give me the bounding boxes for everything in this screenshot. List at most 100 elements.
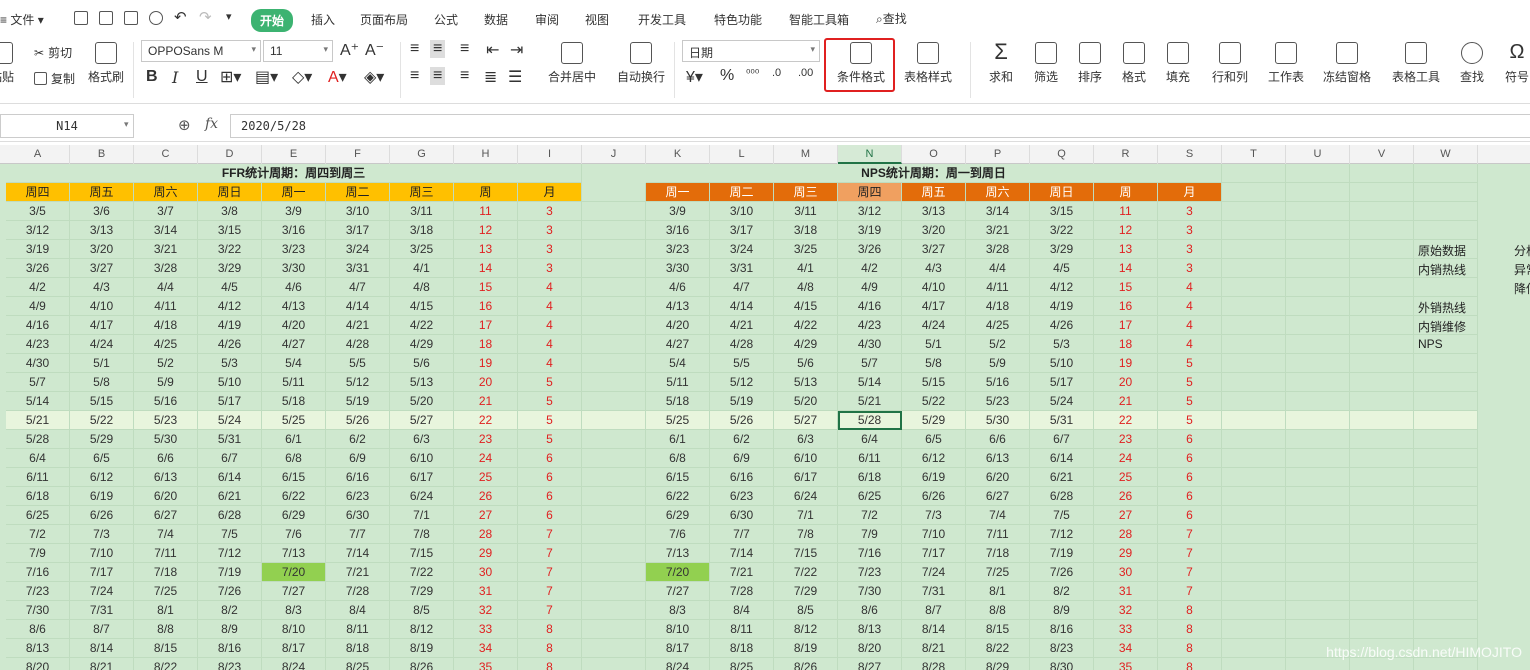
ffr-cell[interactable]: 6/21: [198, 487, 262, 506]
blank-cell[interactable]: [1414, 563, 1478, 582]
ffr-cell[interactable]: 7/24: [70, 582, 134, 601]
nps-cell[interactable]: 8/2: [1030, 582, 1094, 601]
ffr-header-cell[interactable]: 周四: [6, 183, 70, 202]
nps-cell[interactable]: 8/20: [838, 639, 902, 658]
nps-cell[interactable]: 3/31: [710, 259, 774, 278]
ffr-cell[interactable]: 4: [518, 278, 582, 297]
ffr-cell[interactable]: 7/12: [198, 544, 262, 563]
ffr-cell[interactable]: 7: [518, 525, 582, 544]
blank-cell[interactable]: [582, 430, 646, 449]
nps-cell[interactable]: 6/29: [646, 506, 710, 525]
nps-cell[interactable]: 5/30: [966, 411, 1030, 430]
nps-cell[interactable]: 4/26: [1030, 316, 1094, 335]
column-header-m[interactable]: M: [774, 145, 838, 164]
nps-cell[interactable]: 7/5: [1030, 506, 1094, 525]
ffr-cell[interactable]: 8/25: [326, 658, 390, 670]
blank-cell[interactable]: [1222, 316, 1286, 335]
blank-cell[interactable]: [1350, 278, 1414, 297]
nps-cell[interactable]: 8/6: [838, 601, 902, 620]
ffr-cell[interactable]: 3/12: [6, 221, 70, 240]
ffr-cell[interactable]: 5/9: [134, 373, 198, 392]
nps-cell[interactable]: 3/29: [1030, 240, 1094, 259]
ffr-cell[interactable]: 6/1: [262, 430, 326, 449]
ffr-cell[interactable]: 7/11: [134, 544, 198, 563]
ffr-cell[interactable]: 3/10: [326, 202, 390, 221]
nps-cell[interactable]: 7/2: [838, 506, 902, 525]
format-button[interactable]: 格式: [1122, 42, 1146, 85]
blank-cell[interactable]: [1414, 487, 1478, 506]
ffr-cell[interactable]: 6/29: [262, 506, 326, 525]
nps-cell[interactable]: 3: [1158, 259, 1222, 278]
nps-cell[interactable]: 3/30: [646, 259, 710, 278]
nps-cell[interactable]: 6/30: [710, 506, 774, 525]
blank-cell[interactable]: [1222, 392, 1286, 411]
nps-header-cell[interactable]: 周二: [710, 183, 774, 202]
blank-cell[interactable]: [1414, 449, 1478, 468]
redo-icon[interactable]: ↷: [199, 8, 212, 26]
nps-cell[interactable]: 5/17: [1030, 373, 1094, 392]
nps-cell[interactable]: 7/31: [902, 582, 966, 601]
ffr-cell[interactable]: 3/23: [262, 240, 326, 259]
ffr-cell[interactable]: 31: [454, 582, 518, 601]
column-header-n[interactable]: N: [838, 145, 902, 164]
blank-cell[interactable]: [1350, 449, 1414, 468]
blank-cell[interactable]: [1222, 468, 1286, 487]
nps-cell[interactable]: 5/23: [966, 392, 1030, 411]
ffr-cell[interactable]: 4/29: [390, 335, 454, 354]
blank-cell[interactable]: [1222, 221, 1286, 240]
nps-cell[interactable]: 22: [1094, 411, 1158, 430]
nps-cell[interactable]: 5/13: [774, 373, 838, 392]
ffr-cell[interactable]: 28: [454, 525, 518, 544]
ffr-cell[interactable]: 5/8: [70, 373, 134, 392]
ffr-cell[interactable]: 6/13: [134, 468, 198, 487]
tab-smart-toolbox[interactable]: 智能工具箱: [789, 11, 849, 28]
ffr-cell[interactable]: 3/30: [262, 259, 326, 278]
nps-header-cell[interactable]: 周: [1094, 183, 1158, 202]
ffr-cell[interactable]: 5/5: [326, 354, 390, 373]
blank-cell[interactable]: [1286, 411, 1350, 430]
nps-cell[interactable]: 3/27: [902, 240, 966, 259]
blank-cell[interactable]: [1350, 240, 1414, 259]
ffr-cell[interactable]: 12: [454, 221, 518, 240]
blank-cell[interactable]: [582, 639, 646, 658]
ffr-cell[interactable]: 4/9: [6, 297, 70, 316]
ffr-cell[interactable]: 5/20: [390, 392, 454, 411]
table-tools-button[interactable]: 表格工具: [1392, 42, 1440, 85]
formula-input[interactable]: 2020/5/28: [230, 114, 1530, 138]
blank-cell[interactable]: [1414, 506, 1478, 525]
nps-cell[interactable]: 35: [1094, 658, 1158, 670]
blank-cell[interactable]: [1350, 620, 1414, 639]
nps-cell[interactable]: 5/18: [646, 392, 710, 411]
nps-cell[interactable]: 5/6: [774, 354, 838, 373]
blank-cell[interactable]: [1222, 639, 1286, 658]
nps-cell[interactable]: 4/25: [966, 316, 1030, 335]
ffr-cell[interactable]: 32: [454, 601, 518, 620]
font-size-select[interactable]: 11: [263, 40, 333, 62]
ffr-title[interactable]: FFR统计周期：周四到周三: [6, 164, 582, 183]
ffr-cell[interactable]: 26: [454, 487, 518, 506]
nps-cell[interactable]: 8/18: [710, 639, 774, 658]
ffr-cell[interactable]: 7/6: [262, 525, 326, 544]
ffr-cell[interactable]: 27: [454, 506, 518, 525]
fill-button[interactable]: 填充: [1166, 42, 1190, 85]
ffr-cell[interactable]: 8/26: [390, 658, 454, 670]
tab-view[interactable]: 视图: [585, 11, 609, 28]
nps-cell[interactable]: 8/21: [902, 639, 966, 658]
nps-cell[interactable]: 3: [1158, 221, 1222, 240]
nps-cell[interactable]: 4/24: [902, 316, 966, 335]
ffr-cell[interactable]: 4/28: [326, 335, 390, 354]
ffr-cell[interactable]: 3/28: [134, 259, 198, 278]
nps-cell[interactable]: 8/5: [774, 601, 838, 620]
blank-cell[interactable]: [1286, 240, 1350, 259]
blank-cell[interactable]: [582, 468, 646, 487]
nps-cell[interactable]: 6/12: [902, 449, 966, 468]
blank-cell[interactable]: [1222, 240, 1286, 259]
ffr-cell[interactable]: 34: [454, 639, 518, 658]
nps-cell[interactable]: 7/22: [774, 563, 838, 582]
nps-cell[interactable]: 4/16: [838, 297, 902, 316]
ffr-cell[interactable]: 8/14: [70, 639, 134, 658]
nps-header-cell[interactable]: 周四: [838, 183, 902, 202]
blank-cell[interactable]: [1286, 620, 1350, 639]
bold-icon[interactable]: B: [146, 68, 158, 86]
ffr-cell[interactable]: 7/13: [262, 544, 326, 563]
